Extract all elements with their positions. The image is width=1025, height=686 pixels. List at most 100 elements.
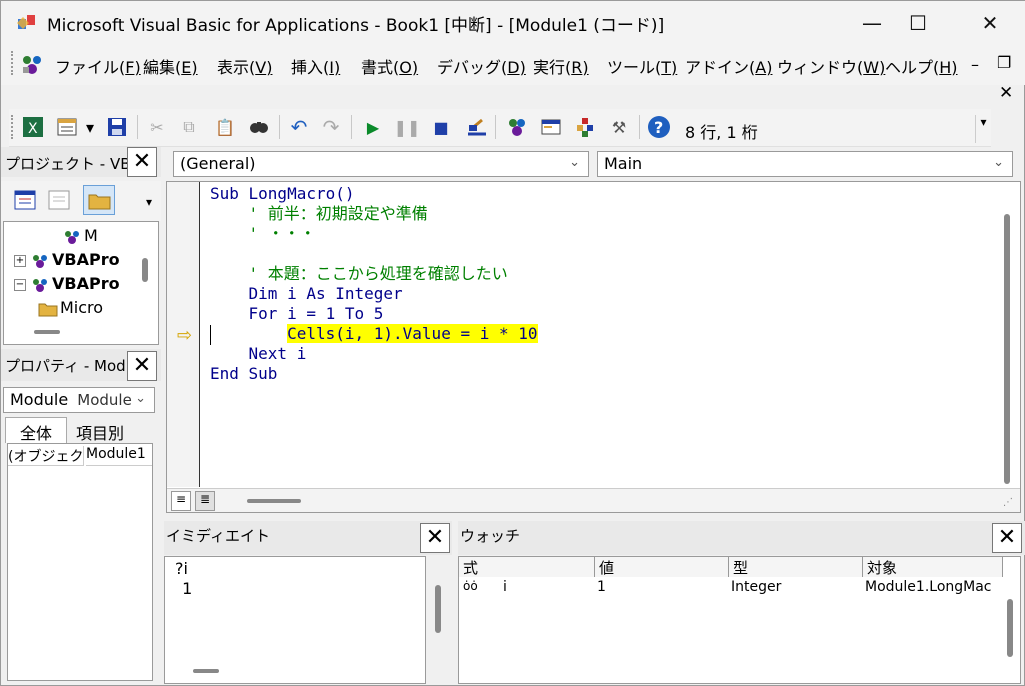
find-icon[interactable]: [247, 115, 271, 139]
watch-pane-close-button[interactable]: ✕: [992, 523, 1022, 553]
paste-icon[interactable]: 📋: [213, 115, 237, 139]
view-excel-icon[interactable]: X: [21, 115, 45, 139]
immediate-vscrollbar[interactable]: [435, 585, 441, 633]
menu-item-w[interactable]: ウィンドウ(W): [777, 54, 885, 78]
code-line[interactable]: End Sub: [210, 364, 277, 384]
immediate-line-2: 1: [177, 579, 193, 598]
undo-icon[interactable]: ↶: [287, 115, 311, 139]
menu-item-d[interactable]: デバッグ(D): [437, 54, 526, 78]
menu-item-v[interactable]: 表示(V): [217, 54, 272, 78]
project-explorer-icon[interactable]: [505, 115, 529, 139]
properties-object-combo[interactable]: Module Module ⌄: [3, 387, 155, 413]
toggle-folders-button[interactable]: [83, 185, 115, 215]
watch-vscrollbar[interactable]: [1007, 599, 1013, 657]
project-pane-close-button[interactable]: ✕: [127, 147, 157, 177]
copy-icon[interactable]: ⧉: [177, 115, 201, 139]
watch-col-expression[interactable]: 式: [459, 557, 595, 577]
code-line[interactable]: Dim i As Integer: [210, 284, 403, 304]
maximize-button[interactable]: ☐: [895, 1, 941, 45]
full-module-view-button[interactable]: ≣: [195, 491, 215, 511]
project-tree-node[interactable]: − VBAPro: [14, 274, 120, 293]
menubar-grip[interactable]: [11, 51, 15, 75]
project-toolbar-overflow[interactable]: ▾: [141, 183, 157, 217]
break-icon[interactable]: ❚❚: [394, 115, 421, 139]
code-line[interactable]: ' ・・・: [210, 224, 316, 244]
immediate-pane-close-button[interactable]: ✕: [420, 523, 450, 553]
view-code-icon[interactable]: [13, 189, 37, 211]
property-value-cell[interactable]: Module1: [86, 446, 152, 466]
vba-project-icon: [30, 253, 50, 269]
watch-col-type[interactable]: 型: [729, 557, 863, 577]
design-mode-icon[interactable]: [465, 115, 489, 139]
menu-item-f[interactable]: ファイル(F): [55, 54, 141, 78]
reset-icon[interactable]: ■: [429, 115, 453, 139]
chevron-down-icon: ⌄: [135, 391, 146, 406]
cut-icon[interactable]: ✂: [145, 115, 169, 139]
mdi-minimize-button[interactable]: –: [971, 55, 979, 74]
watch-col-value[interactable]: 値: [595, 557, 729, 577]
object-combo[interactable]: (General) ⌄: [173, 151, 589, 177]
menu-item-e[interactable]: 編集(E): [143, 54, 198, 78]
run-icon[interactable]: ▶: [361, 115, 385, 139]
standard-toolbar: X ▾ ✂ ⧉ 📋 ↶ ↷ ▶ ❚❚ ■ ⚒ ? 8 行, 1 桁 ▾: [9, 109, 991, 147]
code-line[interactable]: ' 本題：ここから処理を確認したい: [210, 264, 508, 284]
chevron-down-icon: ⌄: [569, 155, 580, 170]
code-line[interactable]: Sub LongMacro(): [210, 184, 355, 204]
minimize-button[interactable]: —: [849, 1, 895, 45]
project-tree-hscrollbar[interactable]: [34, 330, 60, 334]
properties-pane-close-button[interactable]: ✕: [127, 351, 157, 381]
menu-accelerator: O: [399, 58, 412, 77]
watch-expression[interactable]: i: [503, 579, 507, 595]
code-line[interactable]: Next i: [210, 344, 307, 364]
procedure-combo[interactable]: Main ⌄: [597, 151, 1013, 177]
toolbar-grip[interactable]: [11, 115, 15, 139]
resize-grip-icon[interactable]: ⋰: [1003, 497, 1013, 508]
menu-accelerator: H: [939, 58, 952, 77]
mdi-restore-button[interactable]: ❐: [997, 53, 1011, 72]
menu-accelerator: W: [863, 58, 880, 77]
collapse-icon[interactable]: −: [14, 278, 26, 291]
code-line[interactable]: Cells(i, 1).Value = i * 10: [210, 324, 538, 344]
menu-item-o[interactable]: 書式(O): [361, 54, 418, 78]
tab-categorized[interactable]: 項目別: [69, 419, 131, 443]
watch-col-context[interactable]: 対象: [863, 557, 1003, 577]
immediate-hscrollbar[interactable]: [193, 669, 219, 673]
menu-accelerator: A: [755, 58, 767, 77]
toolbar-overflow-button[interactable]: ▾: [975, 115, 991, 143]
immediate-pane-header: イミディエイト ✕: [164, 521, 452, 555]
properties-icon[interactable]: [539, 115, 563, 139]
immediate-window[interactable]: ?i 1: [164, 556, 441, 684]
project-tree-node[interactable]: + VBAPro: [14, 250, 120, 269]
watch-value[interactable]: 1: [597, 579, 606, 595]
close-window-button[interactable]: ✕: [967, 1, 1013, 45]
project-tree-node[interactable]: M: [62, 226, 98, 245]
save-icon[interactable]: [105, 115, 129, 139]
mdi-close-button[interactable]: ✕: [999, 83, 1013, 103]
help-icon[interactable]: ?: [647, 115, 671, 139]
menu-item-r[interactable]: 実行(R): [533, 54, 589, 78]
procedure-view-button[interactable]: ≡: [171, 491, 191, 511]
tab-alphabetic[interactable]: 全体: [5, 417, 67, 443]
object-browser-icon[interactable]: [573, 115, 597, 139]
code-hscrollbar[interactable]: [247, 499, 301, 503]
toolbox-icon[interactable]: ⚒: [607, 115, 631, 139]
menu-accelerator: R: [571, 58, 583, 77]
code-vscrollbar[interactable]: [1004, 214, 1010, 484]
menu-item-h[interactable]: ヘルプ(H): [885, 54, 958, 78]
dropdown-arrow-icon[interactable]: ▾: [83, 115, 97, 139]
insert-module-icon[interactable]: [55, 115, 79, 139]
watch-window[interactable]: 式 値 型 対象 ȯȯ i 1 Integer Module1.LongMac: [458, 556, 1021, 684]
code-line[interactable]: For i = 1 To 5: [210, 304, 384, 324]
code-editor[interactable]: ⇨ Sub LongMacro() ' 前半：初期設定や準備 ' ・・・ ' 本…: [166, 181, 1021, 513]
expand-icon[interactable]: +: [14, 254, 26, 267]
title-bar: Microsoft Visual Basic for Applications …: [1, 1, 1025, 45]
code-line[interactable]: ' 前半：初期設定や準備: [210, 204, 428, 224]
menu-item-a[interactable]: アドイン(A): [685, 54, 772, 78]
menu-item-t[interactable]: ツール(T): [607, 54, 677, 78]
menu-item-i[interactable]: 挿入(I): [291, 54, 340, 78]
project-tree-node[interactable]: Micro: [38, 298, 103, 317]
view-object-icon[interactable]: [47, 189, 71, 211]
redo-icon[interactable]: ↷: [319, 115, 343, 139]
project-tree-vscrollbar[interactable]: [142, 258, 148, 282]
